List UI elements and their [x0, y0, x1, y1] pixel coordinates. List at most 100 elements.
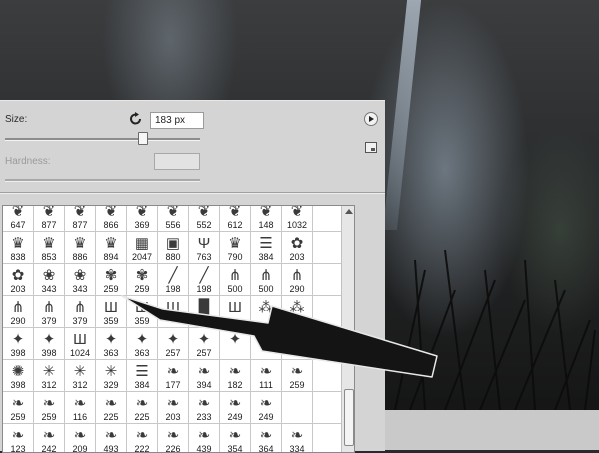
- brush-preset-cell[interactable]: ✺ 398: [3, 360, 34, 392]
- brush-preset-cell[interactable]: ♛ 894: [96, 232, 127, 264]
- brush-preset-cell[interactable]: ❧ 233: [189, 392, 220, 424]
- brush-preset-cell[interactable]: ❧ 203: [158, 392, 189, 424]
- brush-preset-cell[interactable]: ❦ 148: [251, 206, 282, 232]
- brush-preset-cell[interactable]: ❧ 334: [282, 424, 313, 452]
- size-field[interactable]: 183 px: [150, 112, 204, 129]
- brush-preset-cell[interactable]: ❧ 439: [189, 424, 220, 452]
- brush-preset-cell[interactable]: ✦: [251, 328, 282, 360]
- brush-preset-cell[interactable]: ✿ 203: [3, 264, 34, 296]
- brush-preset-cell[interactable]: ▦ 2047: [127, 232, 158, 264]
- brush-preset-cell[interactable]: ❦ 877: [34, 206, 65, 232]
- hardness-field[interactable]: [154, 153, 200, 170]
- brush-preset-cell[interactable]: ❧ 364: [251, 424, 282, 452]
- brush-preset-cell[interactable]: Ш 1024: [65, 328, 96, 360]
- size-slider-track[interactable]: [5, 138, 200, 141]
- brush-preset-cell[interactable]: ☰ 384: [251, 232, 282, 264]
- brush-preset-cell[interactable]: Ш: [220, 296, 251, 328]
- brush-preset-cell[interactable]: ❦ 612: [220, 206, 251, 232]
- brush-preset-cell[interactable]: ❧ 249: [220, 392, 251, 424]
- brush-preset-cell[interactable]: ❧ 222: [127, 424, 158, 452]
- brush-preset-cell[interactable]: ♛ 838: [3, 232, 34, 264]
- brush-preset-cell[interactable]: ⋔ 500: [251, 264, 282, 296]
- brush-preset-cell[interactable]: ✿ 203: [282, 232, 313, 264]
- brush-preset-cell[interactable]: [282, 328, 313, 360]
- brush-preset-cell[interactable]: ❀ 343: [65, 264, 96, 296]
- brush-preset-cell[interactable]: ▣ 880: [158, 232, 189, 264]
- brush-preset-cell[interactable]: ❧ 259: [3, 392, 34, 424]
- brush-preset-cell[interactable]: ✾ 259: [96, 264, 127, 296]
- brush-preset-cell[interactable]: ❀ 343: [34, 264, 65, 296]
- brush-preset-cell[interactable]: ✾ 259: [127, 264, 158, 296]
- brush-preset-cell[interactable]: ✦ 257: [158, 328, 189, 360]
- brush-preset-cell[interactable]: ♛ 886: [65, 232, 96, 264]
- brush-preset-cell[interactable]: ✦ 363: [127, 328, 158, 360]
- brush-preset-cell[interactable]: ⁂ 500: [282, 296, 313, 328]
- brush-preset-cell[interactable]: ❧ 226: [158, 424, 189, 452]
- brush-preset-cell[interactable]: ❧ 225: [127, 392, 158, 424]
- brush-preset-cell[interactable]: ⋔ 379: [34, 296, 65, 328]
- brush-preset-cell[interactable]: [313, 206, 344, 232]
- brush-preset-cell[interactable]: ✳ 312: [65, 360, 96, 392]
- preset-list-scrollbar[interactable]: [341, 206, 354, 452]
- brush-preset-cell[interactable]: ⋔ 290: [282, 264, 313, 296]
- brush-preset-cell[interactable]: ❧ 116: [65, 392, 96, 424]
- brush-preset-cell[interactable]: ❧ 111: [251, 360, 282, 392]
- brush-preset-cell[interactable]: ❧ 225: [96, 392, 127, 424]
- brush-preset-cell[interactable]: ☰ 384: [127, 360, 158, 392]
- brush-preset-cell[interactable]: ❧ 259: [282, 360, 313, 392]
- brush-preset-cell[interactable]: ❦ 552: [189, 206, 220, 232]
- brush-preset-cell[interactable]: ❧ 242: [34, 424, 65, 452]
- brush-preset-cell[interactable]: ❧ 259: [34, 392, 65, 424]
- brush-preset-cell[interactable]: ✦ 363: [96, 328, 127, 360]
- brush-preset-cell[interactable]: ╱ 198: [158, 264, 189, 296]
- brush-preset-cell[interactable]: ❦ 556: [158, 206, 189, 232]
- brush-preset-cell[interactable]: ♛ 790: [220, 232, 251, 264]
- brush-preset-cell[interactable]: ❧ 249: [251, 392, 282, 424]
- brush-preset-cell[interactable]: ❧ 354: [220, 424, 251, 452]
- brush-preset-cell[interactable]: ╱ 198: [189, 264, 220, 296]
- size-slider-thumb[interactable]: [138, 132, 148, 145]
- brush-preset-cell[interactable]: [313, 296, 344, 328]
- brush-preset-cell[interactable]: ❧ 209: [65, 424, 96, 452]
- brush-preset-cell[interactable]: ⋔ 290: [3, 296, 34, 328]
- brush-preset-cell[interactable]: ⋔ 500: [220, 264, 251, 296]
- brush-preset-cell[interactable]: [313, 264, 344, 296]
- brush-preset-cell[interactable]: ❦ 647: [3, 206, 34, 232]
- brush-preset-cell[interactable]: ❦ 866: [96, 206, 127, 232]
- brush-preset-cell[interactable]: ❧ 493: [96, 424, 127, 452]
- brush-preset-cell[interactable]: ✦ 398: [3, 328, 34, 360]
- brush-preset-cell[interactable]: ✦: [220, 328, 251, 360]
- brush-preset-cell[interactable]: ❧ 177: [158, 360, 189, 392]
- reset-rotate-icon[interactable]: [129, 112, 143, 126]
- brush-preset-cell[interactable]: [313, 392, 344, 424]
- brush-preset-cell[interactable]: ✦ 398: [34, 328, 65, 360]
- brush-preset-cell[interactable]: [313, 360, 344, 392]
- brush-preset-cell[interactable]: ⋔ 379: [65, 296, 96, 328]
- brush-preset-cell[interactable]: Ψ 763: [189, 232, 220, 264]
- brush-preset-cell[interactable]: [313, 232, 344, 264]
- brush-preset-cell[interactable]: ❧ 182: [220, 360, 251, 392]
- brush-preset-cell[interactable]: ⁂: [251, 296, 282, 328]
- brush-preset-cell[interactable]: Ш 359: [96, 296, 127, 328]
- brush-preset-cell[interactable]: ❦ 369: [127, 206, 158, 232]
- hardness-slider-track[interactable]: [5, 179, 200, 182]
- brush-preset-cell[interactable]: ♛ 853: [34, 232, 65, 264]
- brush-preset-cell[interactable]: ✳ 312: [34, 360, 65, 392]
- scrollbar-thumb[interactable]: [344, 389, 354, 446]
- brush-preset-cell[interactable]: ❧ 123: [3, 424, 34, 452]
- brush-preset-cell[interactable]: [313, 424, 344, 452]
- brush-preset-cell[interactable]: [313, 328, 344, 360]
- brush-preset-cell[interactable]: Ш 359: [127, 296, 158, 328]
- brush-preset-cell[interactable]: Ш: [158, 296, 189, 328]
- brush-preset-cell[interactable]: █: [189, 296, 220, 328]
- new-preset-icon[interactable]: [365, 142, 377, 153]
- brush-preset-cell[interactable]: ✦ 257: [189, 328, 220, 360]
- brush-preset-cell[interactable]: ❧ 394: [189, 360, 220, 392]
- brush-preset-cell[interactable]: [282, 392, 313, 424]
- brush-preset-cell[interactable]: ❦ 1032: [282, 206, 313, 232]
- scroll-up-arrow-icon[interactable]: [345, 209, 353, 214]
- panel-menu-play-icon[interactable]: [364, 112, 378, 126]
- brush-preset-cell[interactable]: ✳ 329: [96, 360, 127, 392]
- brush-tip-thumbnail-icon: ❧: [73, 395, 87, 412]
- brush-preset-cell[interactable]: ❦ 877: [65, 206, 96, 232]
